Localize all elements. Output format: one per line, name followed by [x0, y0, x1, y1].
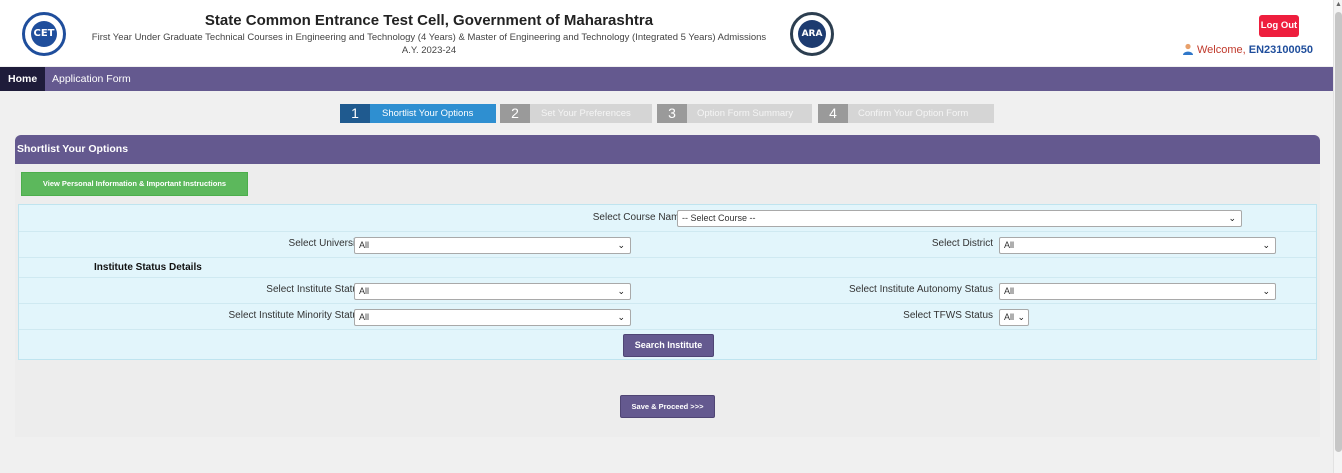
cet-logo-mark: CET: [31, 21, 57, 47]
step-shortlist-options[interactable]: 1 Shortlist Your Options: [340, 104, 496, 123]
step-number: 1: [340, 104, 370, 123]
step-set-preferences[interactable]: 2 Set Your Preferences: [500, 104, 652, 123]
university-select-value: All: [359, 240, 370, 250]
autonomy-status-select[interactable]: All ⌄: [999, 283, 1276, 300]
chevron-down-icon: ⌄: [1262, 286, 1270, 296]
tfws-status-select-value: All: [1004, 312, 1015, 322]
filter-row-course: Select Course Name -- Select Course -- ⌄: [19, 205, 1316, 232]
step-number: 2: [500, 104, 530, 123]
course-select-value: -- Select Course --: [682, 213, 756, 223]
step-number: 3: [657, 104, 687, 123]
ara-logo-mark: ARA: [798, 20, 826, 48]
chevron-down-icon: ⌄: [1017, 312, 1025, 322]
step-option-form-summary[interactable]: 3 Option Form Summary: [657, 104, 812, 123]
tfws-status-label: Select TFWS Status: [903, 310, 993, 321]
scroll-thumb[interactable]: [1335, 12, 1342, 452]
institute-status-select[interactable]: All ⌄: [354, 283, 631, 300]
cet-logo: CET: [22, 12, 66, 56]
step-label: Shortlist Your Options: [370, 104, 496, 123]
nav-application-form[interactable]: Application Form: [52, 67, 131, 91]
institute-status-label: Select Institute Status: [266, 284, 363, 295]
university-select[interactable]: All ⌄: [354, 237, 631, 254]
scroll-up-icon[interactable]: ▲: [1335, 1, 1342, 9]
filter-row-heading: Institute Status Details: [19, 258, 1316, 278]
chevron-down-icon: ⌄: [617, 286, 625, 296]
view-instructions-button[interactable]: View Personal Information & Important In…: [21, 172, 248, 196]
chevron-down-icon: ⌄: [617, 312, 625, 322]
step-confirm-option-form[interactable]: 4 Confirm Your Option Form: [818, 104, 994, 123]
autonomy-status-select-value: All: [1004, 286, 1015, 296]
ara-logo: ARA: [790, 12, 834, 56]
tfws-status-select[interactable]: All ⌄: [999, 309, 1029, 326]
filter-row-status: Select Institute Status All ⌄ Select Ins…: [19, 278, 1316, 304]
chevron-down-icon: ⌄: [1262, 240, 1270, 250]
academic-year: A.Y. 2023-24: [401, 45, 457, 56]
district-select-value: All: [1004, 240, 1015, 250]
district-select[interactable]: All ⌄: [999, 237, 1276, 254]
minority-status-label: Select Institute Minority Status: [228, 310, 363, 321]
user-id: EN23100050: [1248, 44, 1313, 56]
filter-row-university: Select University All ⌄ Select District …: [19, 232, 1316, 258]
user-icon: [1183, 43, 1193, 55]
page-title: State Common Entrance Test Cell, Governm…: [204, 12, 654, 29]
institute-status-select-value: All: [359, 286, 370, 296]
course-select[interactable]: -- Select Course -- ⌄: [677, 210, 1242, 227]
step-label: Option Form Summary: [687, 104, 812, 123]
save-proceed-button[interactable]: Save & Proceed >>>: [620, 395, 715, 418]
course-label: Select Course Name: [592, 212, 685, 223]
page-scrollbar[interactable]: ▲: [1333, 0, 1342, 473]
panel-title: Shortlist Your Options: [15, 135, 1320, 164]
welcome-prefix: Welcome,: [1197, 44, 1249, 56]
welcome-message: Welcome, EN23100050: [1182, 43, 1325, 56]
minority-status-select[interactable]: All ⌄: [354, 309, 631, 326]
institute-status-heading: Institute Status Details: [94, 262, 202, 273]
step-label: Confirm Your Option Form: [848, 104, 994, 123]
filter-form: Select Course Name -- Select Course -- ⌄…: [18, 204, 1317, 360]
panel-title-text: Shortlist Your Options: [17, 143, 129, 155]
university-label: Select University: [288, 238, 363, 249]
district-label: Select District: [931, 238, 993, 249]
page-header: CET State Common Entrance Test Cell, Gov…: [0, 0, 1333, 66]
chevron-down-icon: ⌄: [1228, 213, 1236, 223]
logout-button[interactable]: Log Out: [1259, 15, 1299, 37]
chevron-down-icon: ⌄: [617, 240, 625, 250]
main-navbar: Home Application Form: [0, 67, 1333, 91]
filter-row-minority: Select Institute Minority Status All ⌄ S…: [19, 304, 1316, 330]
nav-home[interactable]: Home: [0, 67, 46, 91]
shortlist-panel: Shortlist Your Options View Personal Inf…: [15, 135, 1320, 437]
search-institute-button[interactable]: Search Institute: [623, 334, 714, 357]
step-label: Set Your Preferences: [530, 104, 652, 123]
page-subtitle: First Year Under Graduate Technical Cour…: [91, 32, 767, 43]
step-number: 4: [818, 104, 848, 123]
autonomy-status-label: Select Institute Autonomy Status: [849, 284, 993, 295]
minority-status-select-value: All: [359, 312, 370, 322]
